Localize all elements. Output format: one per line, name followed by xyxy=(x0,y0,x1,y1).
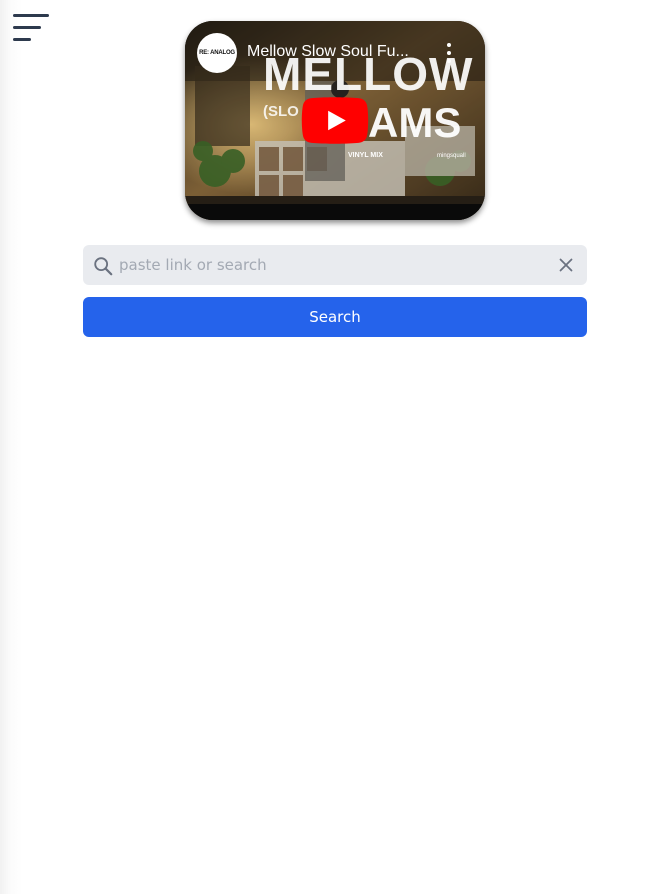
video-embed[interactable]: MELLOW (SLO AMS VINYL MIX mingsquall RE:… xyxy=(185,21,485,220)
thumbnail-tag: VINYL MIX xyxy=(348,152,383,159)
hamburger-menu-icon[interactable] xyxy=(12,14,50,44)
search-icon xyxy=(94,257,113,276)
search-bar xyxy=(83,245,587,285)
thumbnail-text-ams: AMS xyxy=(368,99,462,146)
search-input[interactable] xyxy=(119,253,539,277)
close-icon[interactable] xyxy=(558,257,574,273)
dot xyxy=(447,59,451,63)
video-title[interactable]: Mellow Slow Soul Fu... xyxy=(247,43,427,61)
channel-avatar[interactable]: RE: ANALOG xyxy=(197,33,237,73)
menu-line xyxy=(13,38,31,41)
menu-line xyxy=(13,14,49,17)
video-bottom-bar xyxy=(185,204,485,220)
app-page: MELLOW (SLO AMS VINYL MIX mingsquall RE:… xyxy=(0,0,669,894)
search-button[interactable]: Search xyxy=(83,297,587,337)
thumbnail-text-slow: (SLO xyxy=(263,103,299,120)
youtube-play-icon[interactable] xyxy=(301,97,369,144)
more-vertical-icon[interactable] xyxy=(443,43,455,63)
thumbnail-credit: mingsquall xyxy=(437,153,466,159)
menu-line xyxy=(13,26,41,29)
dot xyxy=(447,51,451,55)
channel-avatar-text: RE: ANALOG xyxy=(199,50,235,56)
dot xyxy=(447,43,451,47)
